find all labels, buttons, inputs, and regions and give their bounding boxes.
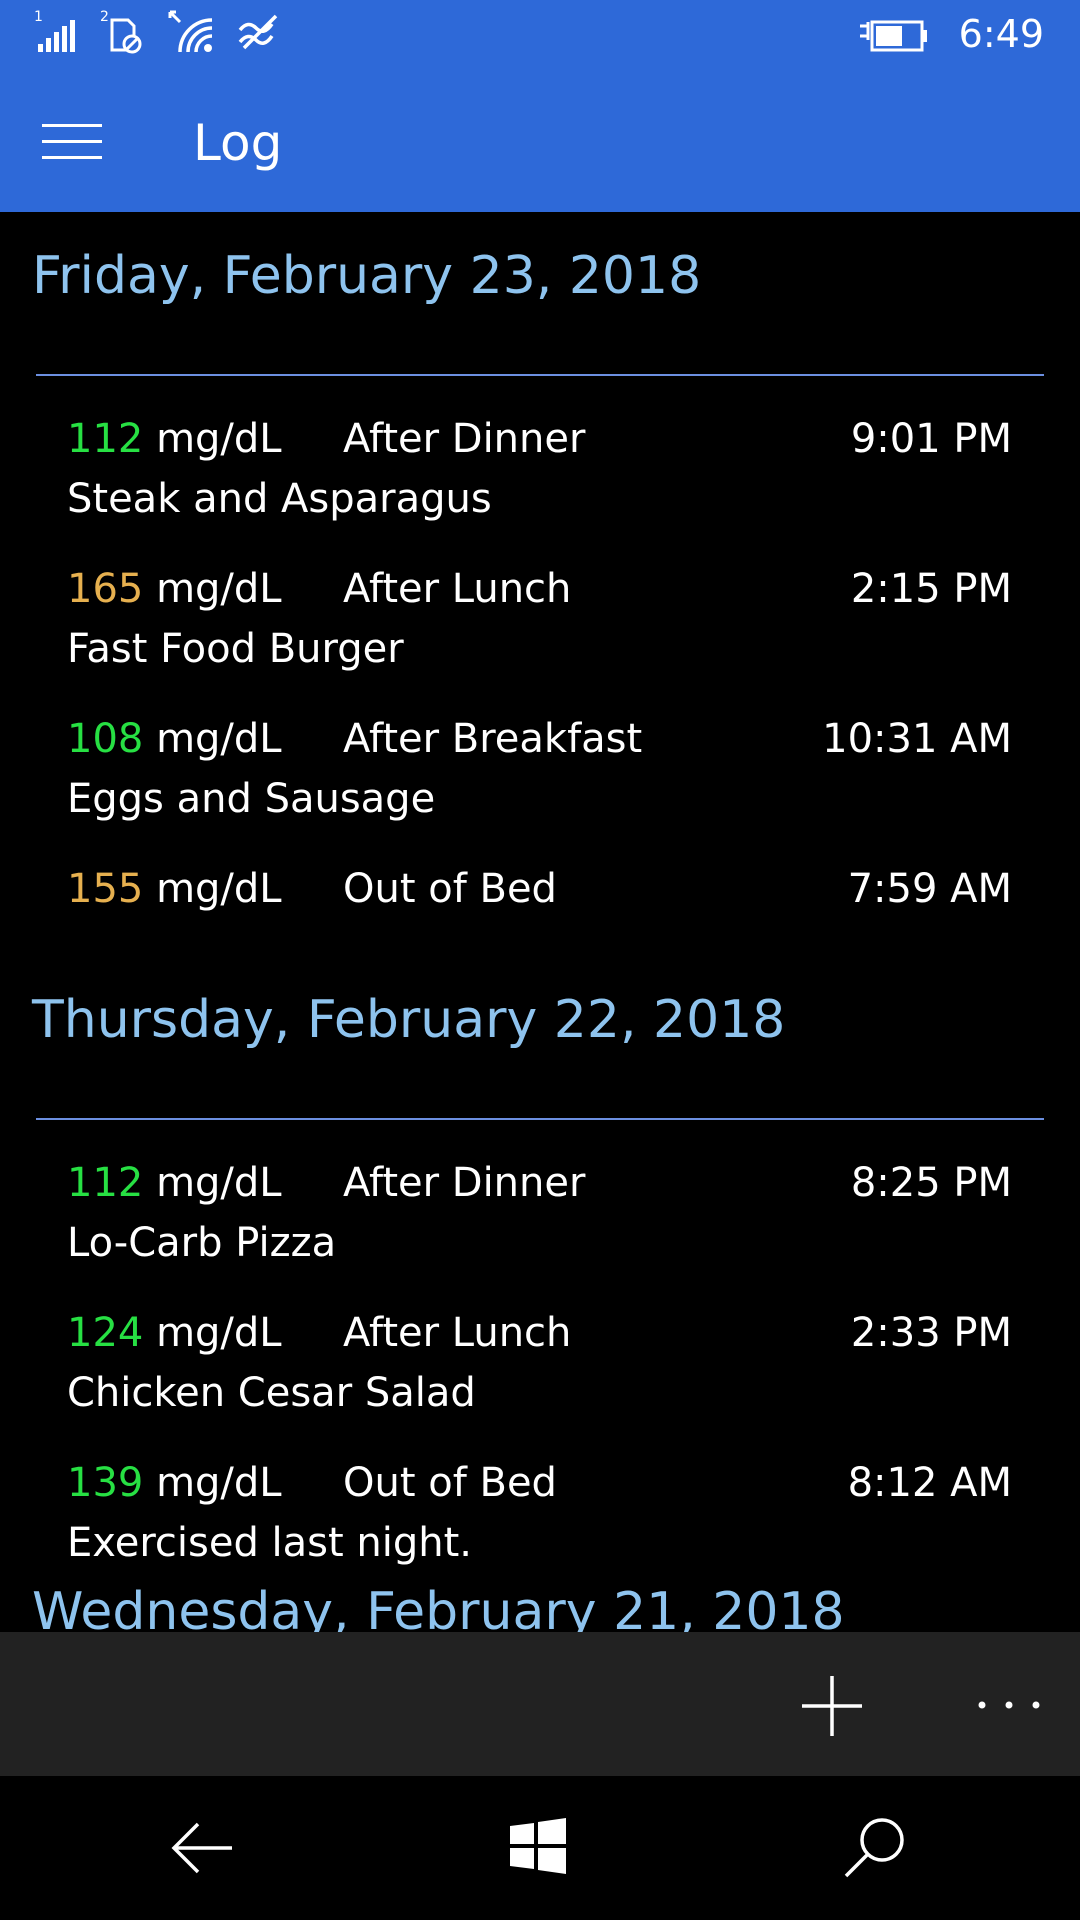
wifi-icon — [168, 8, 218, 60]
battery-charging-icon — [858, 14, 930, 60]
reading-unit: mg/dL — [156, 1160, 282, 1206]
reading-time: 8:12 AM — [847, 1460, 1012, 1506]
reading-number: 112 — [67, 1160, 144, 1206]
app-bar — [0, 1632, 1080, 1776]
day-header: Wednesday, February 21, 2018 — [32, 1582, 845, 1632]
screen: 1 2 6:49 Log Friday, February 23, 2018 1… — [0, 0, 1080, 1920]
reading-unit: mg/dL — [156, 1310, 282, 1356]
signal-bars-icon: 1 — [34, 8, 84, 60]
reading-time: 2:15 PM — [850, 566, 1012, 612]
hamburger-line — [42, 156, 102, 159]
reading-label: After Breakfast — [343, 716, 643, 762]
reading-value: 155 mg/dL — [67, 866, 282, 912]
reading-number: 165 — [67, 566, 144, 612]
navigation-bar — [0, 1776, 1080, 1920]
reading-unit: mg/dL — [156, 416, 282, 462]
windows-start-icon — [510, 1818, 566, 1874]
title-bar: Log — [0, 72, 1080, 212]
reading-note: Steak and Asparagus — [67, 476, 492, 522]
log-entry[interactable]: 108 mg/dL After Breakfast 10:31 AM Eggs … — [0, 716, 1080, 846]
search-icon — [844, 1818, 904, 1878]
reading-unit: mg/dL — [156, 716, 282, 762]
reading-unit: mg/dL — [156, 1460, 282, 1506]
reading-time: 7:59 AM — [847, 866, 1012, 912]
status-bar: 1 2 6:49 — [0, 0, 1080, 72]
reading-time: 9:01 PM — [850, 416, 1012, 462]
sim2-no-service-icon: 2 — [100, 8, 150, 60]
log-entry[interactable]: 155 mg/dL Out of Bed 7:59 AM — [0, 866, 1080, 996]
day-header: Thursday, February 22, 2018 — [32, 990, 786, 1050]
start-button[interactable] — [508, 1816, 568, 1880]
reading-note: Chicken Cesar Salad — [67, 1370, 476, 1416]
plus-icon — [802, 1676, 862, 1736]
reading-number: 155 — [67, 866, 144, 912]
search-button[interactable] — [842, 1814, 908, 1884]
reading-number: 139 — [67, 1460, 144, 1506]
reading-label: After Dinner — [343, 416, 586, 462]
reading-note: Exercised last night. — [67, 1520, 473, 1566]
day-divider — [36, 1118, 1044, 1120]
reading-label: After Lunch — [343, 566, 572, 612]
reading-time: 8:25 PM — [850, 1160, 1012, 1206]
reading-note: Fast Food Burger — [67, 626, 404, 672]
reading-label: After Lunch — [343, 1310, 572, 1356]
ellipsis-icon — [978, 1701, 1040, 1709]
add-entry-button[interactable] — [796, 1670, 868, 1742]
reading-value: 108 mg/dL — [67, 716, 282, 762]
status-clock: 6:49 — [958, 12, 1044, 56]
reading-value: 139 mg/dL — [67, 1460, 282, 1506]
back-button[interactable] — [170, 1818, 236, 1882]
reading-unit: mg/dL — [156, 566, 282, 612]
reading-number: 112 — [67, 416, 144, 462]
reading-time: 2:33 PM — [850, 1310, 1012, 1356]
reading-value: 112 mg/dL — [67, 416, 282, 462]
log-list[interactable]: Friday, February 23, 2018 112 mg/dL Afte… — [0, 212, 1080, 1632]
reading-note: Eggs and Sausage — [67, 776, 436, 822]
log-entry[interactable]: 112 mg/dL After Dinner 9:01 PM Steak and… — [0, 416, 1080, 546]
day-header: Friday, February 23, 2018 — [32, 246, 702, 306]
back-arrow-icon — [171, 1822, 232, 1874]
page-title: Log — [193, 114, 283, 172]
sim1-label: 1 — [34, 9, 43, 25]
reading-number: 108 — [67, 716, 144, 762]
hamburger-menu-icon[interactable] — [42, 124, 102, 160]
reading-label: After Dinner — [343, 1160, 586, 1206]
sim2-label: 2 — [100, 9, 109, 25]
log-entry[interactable]: 124 mg/dL After Lunch 2:33 PM Chicken Ce… — [0, 1310, 1080, 1440]
reading-number: 124 — [67, 1310, 144, 1356]
reading-value: 165 mg/dL — [67, 566, 282, 612]
data-sense-icon — [236, 12, 284, 56]
reading-time: 10:31 AM — [822, 716, 1012, 762]
more-options-button[interactable] — [966, 1680, 1066, 1730]
day-divider — [36, 374, 1044, 376]
reading-value: 112 mg/dL — [67, 1160, 282, 1206]
reading-note: Lo-Carb Pizza — [67, 1220, 337, 1266]
hamburger-line — [42, 124, 102, 127]
reading-value: 124 mg/dL — [67, 1310, 282, 1356]
log-entry[interactable]: 139 mg/dL Out of Bed 8:12 AM Exercised l… — [0, 1460, 1080, 1590]
reading-label: Out of Bed — [343, 866, 557, 912]
log-entry[interactable]: 112 mg/dL After Dinner 8:25 PM Lo-Carb P… — [0, 1160, 1080, 1290]
reading-unit: mg/dL — [156, 866, 282, 912]
hamburger-line — [42, 140, 102, 143]
reading-label: Out of Bed — [343, 1460, 557, 1506]
log-entry[interactable]: 165 mg/dL After Lunch 2:15 PM Fast Food … — [0, 566, 1080, 696]
